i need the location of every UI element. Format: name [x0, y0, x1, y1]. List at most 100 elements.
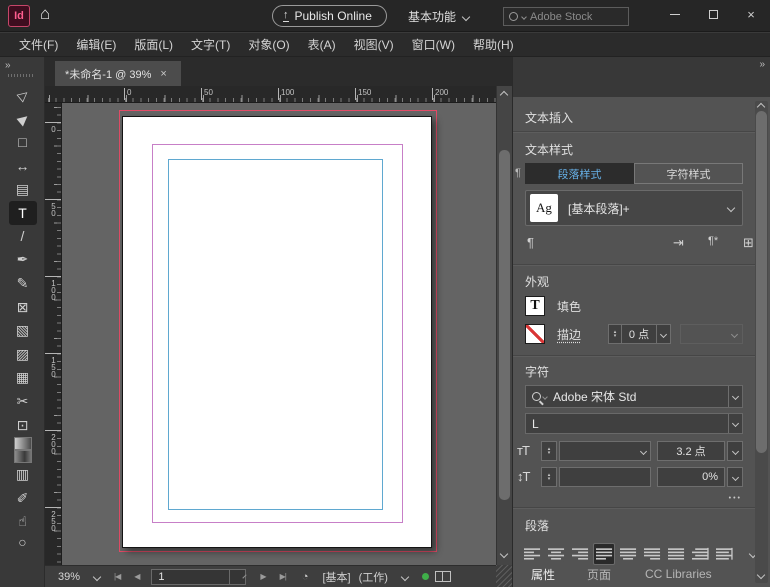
alignment-button[interactable]	[689, 543, 711, 565]
new-style-icon[interactable]: ⊞	[743, 235, 754, 251]
stroke-weight-stepper[interactable]: ▴▾ 0 点	[608, 324, 671, 344]
stroke-label[interactable]: 描边	[557, 326, 581, 343]
tool-button[interactable]: ✂	[9, 390, 37, 414]
tool-button[interactable]: ▨	[9, 343, 37, 367]
font-size-field[interactable]	[559, 441, 651, 461]
tool-button[interactable]: ▦	[9, 366, 37, 390]
style-menu-icon[interactable]: ¶	[527, 235, 534, 250]
dropdown-cell[interactable]	[728, 442, 742, 460]
tracking-stepper[interactable]: ▴▾	[541, 467, 557, 487]
alignment-button[interactable]	[569, 543, 591, 565]
dropdown-cell[interactable]	[728, 468, 742, 486]
tool-button[interactable]: ✎	[9, 272, 37, 296]
tool-button[interactable]: T	[9, 201, 37, 225]
scroll-down-icon[interactable]	[500, 550, 508, 558]
alignment-button[interactable]	[593, 543, 615, 565]
menu-item[interactable]: 编辑(E)	[67, 36, 125, 53]
alignment-button[interactable]	[713, 543, 735, 565]
toolbar-grip[interactable]	[8, 74, 34, 77]
paragraph-style-dropdown[interactable]: Ag [基本段落]+	[525, 190, 743, 226]
previous-page-button[interactable]: ◀	[134, 572, 139, 581]
vertical-ruler[interactable]: 050100150200250	[45, 103, 62, 565]
canvas-vertical-scrollbar[interactable]	[496, 86, 512, 565]
alignment-button[interactable]	[521, 543, 543, 565]
kerning-field[interactable]	[559, 467, 651, 487]
page-dropdown[interactable]	[229, 570, 245, 584]
leading-preset-dropdown[interactable]	[727, 441, 743, 461]
tool-button[interactable]: /	[9, 225, 37, 249]
tool-button[interactable]: ⊡	[9, 413, 37, 437]
next-page-button[interactable]: ▶	[260, 572, 265, 581]
close-tab-icon[interactable]: ×	[160, 68, 166, 80]
panel-scrollbar-thumb[interactable]	[756, 111, 767, 453]
tool-button[interactable]: ▧	[9, 319, 37, 343]
tool-button[interactable]: ✐	[9, 487, 37, 511]
scroll-up-icon[interactable]	[500, 91, 508, 99]
tool-button[interactable]: ⊠	[9, 295, 37, 319]
first-page-button[interactable]: |◀	[114, 572, 120, 581]
tool-button[interactable]: ○	[9, 534, 37, 548]
tool-button[interactable]: ▤	[9, 177, 37, 201]
toolbar-collapse-icon[interactable]: »	[5, 60, 9, 71]
font-style-dropdown[interactable]: L	[525, 413, 743, 434]
stepper-arrows-icon[interactable]: ▴▾	[609, 325, 622, 343]
zoom-level[interactable]: 39%	[58, 571, 80, 583]
stepper-arrows-icon[interactable]: ▴▾	[542, 468, 556, 486]
adobe-stock-search-input[interactable]: Adobe Stock	[503, 7, 629, 26]
tab-paragraph-styles[interactable]: 段落样式	[525, 163, 634, 184]
tool-button[interactable]: ☝	[9, 510, 37, 534]
scroll-up-icon[interactable]	[757, 103, 765, 111]
home-icon[interactable]: ⌂	[40, 4, 50, 24]
more-options-icon[interactable]: •••	[729, 495, 742, 502]
publish-online-button[interactable]: ↑ Publish Online	[272, 5, 387, 27]
tool-button[interactable]: ▥	[9, 463, 37, 487]
panel-collapse-icon[interactable]: »	[759, 59, 763, 70]
scrollbar-thumb[interactable]	[499, 150, 510, 500]
redefine-style-icon[interactable]: ⇥	[673, 235, 684, 251]
zoom-dropdown-icon[interactable]	[93, 572, 101, 580]
text-frame[interactable]	[168, 159, 383, 510]
alignment-button[interactable]	[641, 543, 663, 565]
preflight-menu-icon[interactable]: ◔	[302, 571, 309, 583]
panel-scrollbar[interactable]	[755, 101, 768, 583]
alignment-button[interactable]	[665, 543, 687, 565]
workspace-switcher[interactable]: 基本功能	[408, 8, 469, 25]
menu-item[interactable]: 文件(F)	[10, 36, 67, 53]
font-family-open[interactable]	[728, 386, 742, 407]
alignment-button[interactable]	[545, 543, 567, 565]
document-canvas[interactable]	[62, 103, 496, 565]
clear-overrides-icon[interactable]: ¶*	[708, 235, 718, 247]
fill-swatch[interactable]: T	[525, 296, 545, 316]
minimize-button[interactable]	[656, 0, 694, 28]
menu-item[interactable]: 文字(T)	[182, 36, 239, 53]
menu-item[interactable]: 版面(L)	[125, 36, 182, 53]
menu-item[interactable]: 表(A)	[299, 36, 345, 53]
horizontal-ruler[interactable]: 050100150200	[45, 86, 496, 103]
menu-item[interactable]: 帮助(H)	[464, 36, 523, 53]
tool-button[interactable]: ✒	[9, 248, 37, 272]
spread-view-icon[interactable]	[435, 571, 451, 582]
preflight-dropdown-icon[interactable]	[401, 572, 409, 580]
stepper-arrows-icon[interactable]: ▴▾	[542, 442, 556, 460]
tab-character-styles[interactable]: 字符样式	[634, 163, 743, 184]
font-size-stepper[interactable]: ▴▾	[541, 441, 557, 461]
tracking-dropdown[interactable]	[727, 467, 743, 487]
menu-item[interactable]: 视图(V)	[345, 36, 403, 53]
tool-button[interactable]	[14, 437, 32, 450]
close-button[interactable]: ×	[732, 0, 770, 28]
tool-button[interactable]: ↔	[9, 154, 37, 178]
tool-button[interactable]	[14, 450, 32, 463]
menu-item[interactable]: 对象(O)	[239, 36, 298, 53]
menu-item[interactable]: 窗口(W)	[403, 36, 464, 53]
font-size-dropdown[interactable]	[636, 442, 650, 460]
leading-preset-field[interactable]: 3.2 点	[657, 441, 725, 461]
scroll-down-icon[interactable]	[757, 571, 765, 579]
scrollbar-corner-grip[interactable]	[496, 565, 512, 587]
font-family-dropdown[interactable]: Adobe 宋体 Std	[525, 385, 743, 408]
font-style-open[interactable]	[728, 414, 742, 433]
alignment-button[interactable]	[617, 543, 639, 565]
page-number-field[interactable]: 1	[151, 569, 246, 585]
stroke-weight-dropdown[interactable]	[656, 325, 670, 343]
maximize-button[interactable]	[694, 0, 732, 28]
stroke-type-dropdown[interactable]	[680, 324, 743, 344]
